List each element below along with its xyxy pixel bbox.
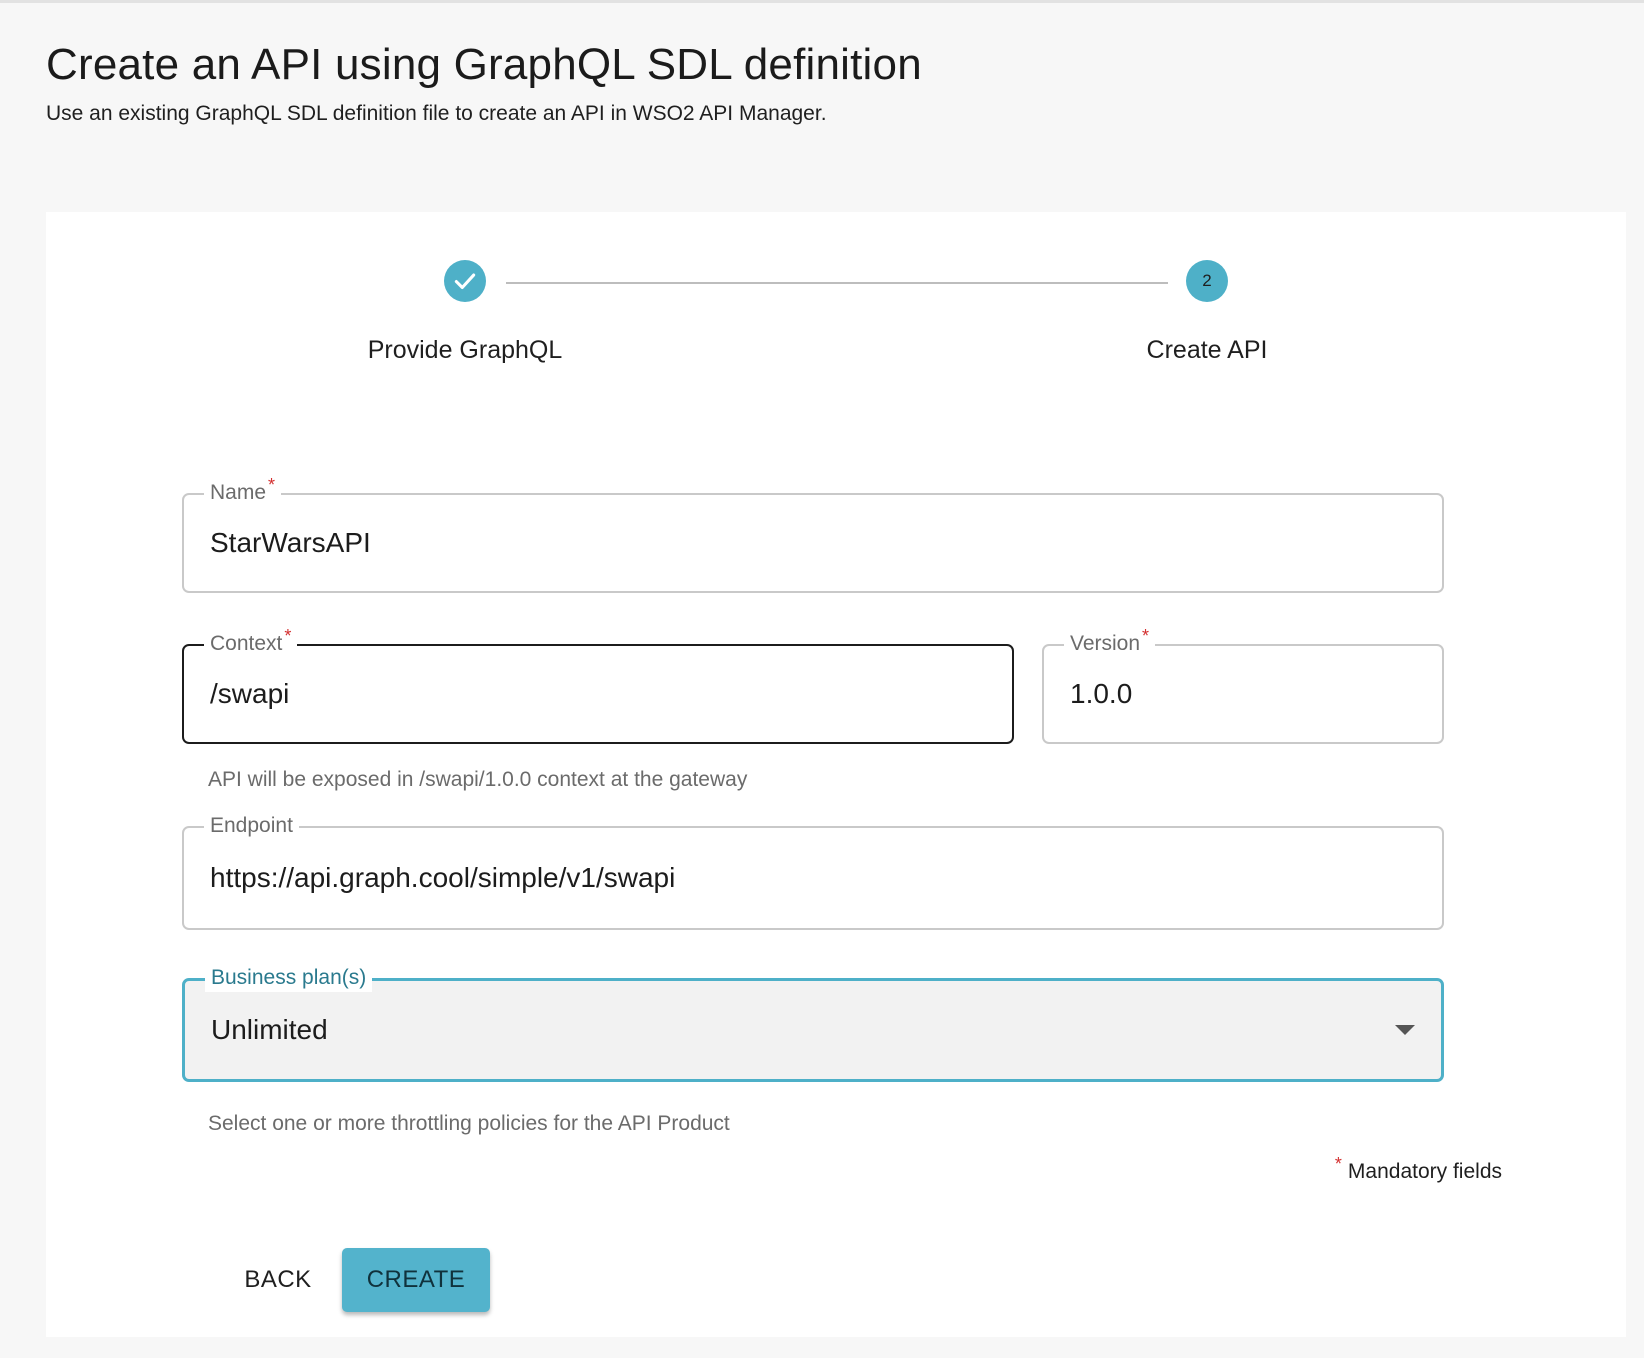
chevron-down-icon[interactable] [1395,1025,1415,1035]
create-api-card: 2 Provide GraphQL Create API Name * StarW… [46,212,1626,1337]
page-title: Create an API using GraphQL SDL definiti… [46,40,922,89]
step-2-active: 2 [1186,260,1228,302]
context-input[interactable]: /swapi [210,646,289,742]
check-icon [454,273,476,290]
step-2-label: Create API [1146,336,1268,364]
version-field[interactable]: Version * 1.0.0 [1042,626,1444,744]
name-field[interactable]: Name * StarWarsAPI [182,475,1444,593]
back-button[interactable]: BACK [216,1248,340,1312]
name-required-mark: * [268,475,276,495]
endpoint-field[interactable]: Endpoint https://api.graph.cool/simple/v… [182,812,1444,930]
mandatory-fields-note: * Mandatory fields [1335,1154,1502,1184]
mandatory-mark: * [1334,1154,1342,1174]
business-plans-helper-text: Select one or more throttling policies f… [208,1112,730,1135]
top-divider [0,0,1644,3]
endpoint-input[interactable]: https://api.graph.cool/simple/v1/swapi [210,828,675,928]
step-connector [506,282,1168,284]
version-required-mark: * [1142,626,1150,646]
version-input[interactable]: 1.0.0 [1070,646,1132,742]
business-plans-value[interactable]: Unlimited [211,981,328,1079]
step-2-number: 2 [1202,271,1212,290]
step-1-label: Provide GraphQL [367,336,563,364]
name-input[interactable]: StarWarsAPI [210,495,371,591]
business-plans-select[interactable]: Business plan(s) Unlimited [182,964,1444,1082]
context-helper-text: API will be exposed in /swapi/1.0.0 cont… [208,768,748,791]
step-1-completed [444,260,486,302]
context-required-mark: * [284,626,292,646]
mandatory-text: Mandatory fields [1347,1160,1502,1183]
create-button[interactable]: CREATE [342,1248,490,1312]
page-subtitle: Use an existing GraphQL SDL definition f… [46,102,827,125]
context-field[interactable]: Context * /swapi [182,626,1014,744]
